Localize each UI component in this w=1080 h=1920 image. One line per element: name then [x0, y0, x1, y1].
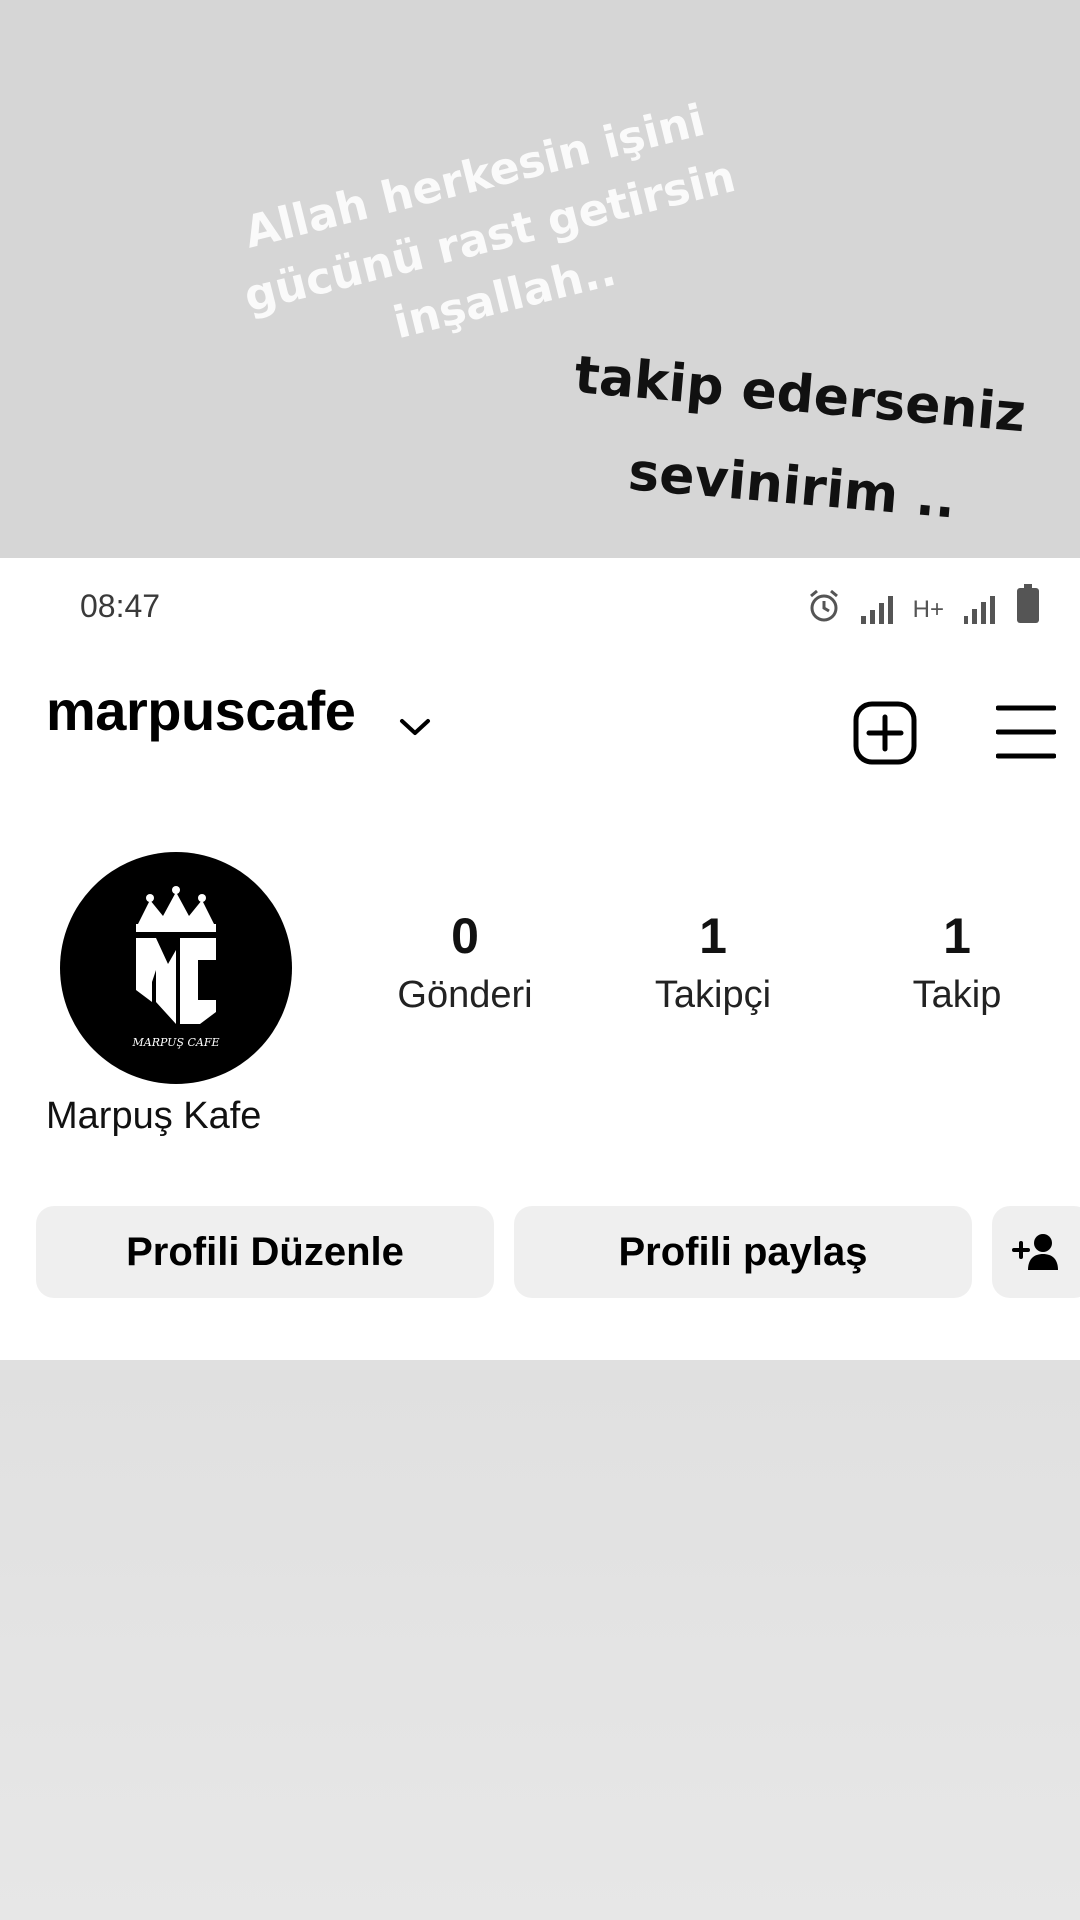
alarm-icon: [809, 589, 838, 622]
stat-label: Gönderi: [397, 974, 533, 1016]
add-post-icon[interactable]: [852, 700, 918, 766]
stat-value: 1: [943, 908, 971, 964]
chevron-down-icon[interactable]: [398, 716, 432, 738]
username-switcher[interactable]: marpuscafe: [46, 678, 356, 743]
stat-value: 0: [451, 908, 479, 964]
menu-icon[interactable]: [996, 704, 1056, 760]
edit-profile-button[interactable]: Profili Düzenle: [36, 1206, 494, 1298]
discover-people-button[interactable]: [992, 1206, 1080, 1298]
signal-icon: [964, 596, 995, 624]
stat-label: Takip: [912, 974, 1002, 1016]
signal-icon: [860, 596, 893, 624]
logo-caption: MARPUŞ CAFE: [131, 1036, 219, 1049]
status-icons: H+: [807, 584, 1040, 624]
share-profile-button[interactable]: Profili paylaş: [514, 1206, 972, 1298]
stat-following[interactable]: 1 Takip: [847, 908, 1067, 1017]
story-background-bottom: [0, 1360, 1080, 1920]
battery-icon: [1017, 584, 1039, 623]
display-name: Marpuş Kafe: [46, 1095, 262, 1137]
stat-posts[interactable]: 0 Gönderi: [355, 908, 575, 1017]
stat-label: Takipçi: [654, 974, 772, 1016]
status-time: 08:47: [80, 588, 161, 624]
profile-screenshot-card: 08:47 H+ marpuscafe MARPUŞ CAFE 0 Gönder…: [0, 558, 1080, 1360]
add-person-icon: [1012, 1234, 1058, 1270]
stat-value: 1: [699, 908, 727, 964]
stat-followers[interactable]: 1 Takipçi: [603, 908, 823, 1017]
marpus-logo-icon: MARPUŞ CAFE: [131, 886, 220, 1049]
network-type-label: H+: [912, 596, 944, 623]
avatar[interactable]: MARPUŞ CAFE: [60, 852, 292, 1084]
